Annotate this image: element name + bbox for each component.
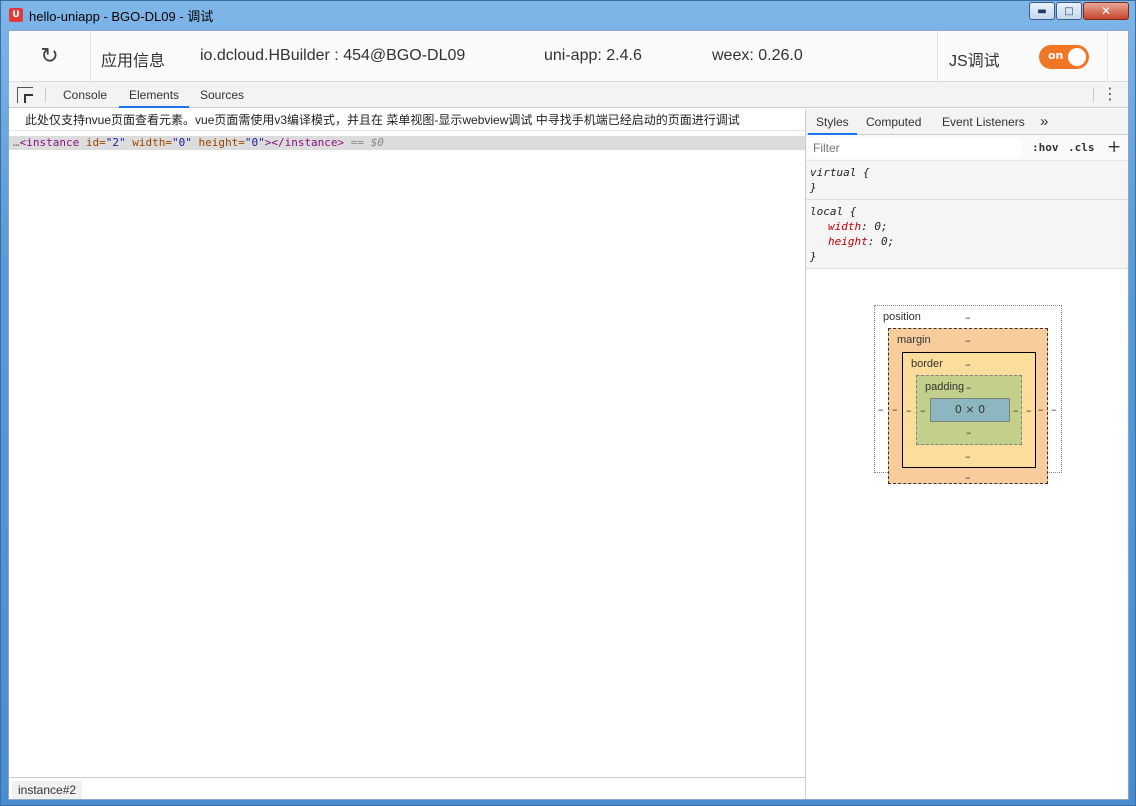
inspect-element-icon[interactable] (17, 87, 33, 103)
margin-label: margin (897, 334, 931, 346)
tag-open: <instance (19, 136, 80, 149)
border-bottom-value[interactable]: – (965, 450, 971, 463)
close-button[interactable]: ✕ (1083, 2, 1129, 20)
attr-value: "0" (244, 136, 265, 149)
property-name: height (828, 235, 868, 248)
attr-name: height= (191, 136, 245, 149)
padding-right-value[interactable]: – (1013, 404, 1019, 417)
margin-bottom-value[interactable]: – (965, 471, 971, 484)
more-options-icon[interactable]: ⋮ (1102, 86, 1118, 102)
content-box[interactable]: 0 × 0 (930, 398, 1010, 422)
dom-tree-node[interactable]: …<instance id="2" width="0" height="0"><… (9, 136, 805, 150)
app-window: U hello-uniapp - BGO-DL09 - 调试 ▬ □ ✕ ↻ 应… (0, 0, 1136, 806)
window-controls: ▬ □ ✕ (1028, 2, 1129, 20)
attr-name: width= (125, 136, 172, 149)
border-top-value[interactable]: – (965, 358, 971, 371)
padding-top-value[interactable]: – (966, 381, 972, 394)
node-ellipsis-icon[interactable]: … (13, 136, 20, 149)
nvue-notice: 此处仅支持nvue页面查看元素。vue页面需使用v3编译模式，并且在 菜单视图-… (9, 109, 805, 131)
devtools-tabbar: Console Elements Sources ⋮ (9, 82, 1128, 108)
devtools-client: ↻ 应用信息 io.dcloud.HBuilder : 454@BGO-DL09… (8, 30, 1129, 800)
uniapp-version: uni-app: 2.4.6 (544, 47, 642, 64)
style-rule-virtual: virtual { } (806, 161, 1128, 200)
js-debug-toggle[interactable]: on (1039, 45, 1089, 69)
breadcrumb: instance#2 (9, 777, 805, 799)
sidebar-tabbar: Styles Computed Event Listeners » (806, 109, 1128, 135)
styles-filter-input[interactable] (809, 138, 1021, 157)
style-property[interactable]: width: 0; (810, 219, 1126, 234)
styles-sidebar: Styles Computed Event Listeners » :hov .… (806, 109, 1128, 799)
reload-button[interactable]: ↻ (9, 31, 91, 82)
style-property[interactable]: height: 0; (810, 234, 1126, 249)
tab-styles[interactable]: Styles (808, 109, 857, 135)
margin-top-value[interactable]: – (965, 334, 971, 347)
more-tabs-icon[interactable]: » (1032, 109, 1056, 135)
border-right-value[interactable]: – (1026, 404, 1032, 417)
margin-box: margin – – – – border – – – – padding – (888, 328, 1048, 484)
uniapp-logo-icon: U (9, 8, 23, 22)
padding-bottom-value[interactable]: – (966, 426, 972, 439)
padding-label: padding (925, 381, 965, 393)
new-rule-icon[interactable]: + (1107, 137, 1121, 157)
border-left-value[interactable]: – (906, 404, 912, 417)
rule-close: } (810, 250, 817, 263)
app-info-bar: ↻ 应用信息 io.dcloud.HBuilder : 454@BGO-DL09… (9, 31, 1128, 82)
property-value: : 0; (867, 235, 895, 248)
tag-close: ></instance> (264, 136, 345, 149)
property-value: : 0; (861, 220, 888, 233)
position-label: position (883, 311, 921, 323)
app-id: io.dcloud.HBuilder : 454@BGO-DL09 (200, 47, 466, 64)
box-model-diagram: position – – – margin – – – – border – –… (874, 305, 1062, 484)
margin-right-value[interactable]: – (1038, 403, 1044, 416)
minimize-button[interactable]: ▬ (1029, 2, 1055, 20)
divider (45, 88, 46, 102)
weex-version: weex: 0.26.0 (712, 47, 803, 64)
tab-sources[interactable]: Sources (190, 82, 254, 108)
selected-ref: $0 (370, 136, 384, 149)
js-debug-section: JS调试 on (937, 31, 1108, 82)
divider (1093, 88, 1094, 102)
attr-value: "0" (171, 136, 192, 149)
hov-toggle[interactable]: :hov (1032, 141, 1059, 154)
equals: == (344, 136, 371, 149)
rule-selector[interactable]: local { (810, 204, 1126, 219)
margin-left-value[interactable]: – (892, 403, 898, 416)
cls-toggle[interactable]: .cls (1068, 141, 1095, 154)
tab-computed[interactable]: Computed (858, 109, 929, 135)
rule-selector[interactable]: virtual { (810, 165, 1126, 180)
toggle-knob (1068, 48, 1086, 66)
styles-filter-row: :hov .cls + (806, 135, 1128, 161)
style-rule-local: local { width: 0; height: 0; } (806, 200, 1128, 269)
tab-event-listeners[interactable]: Event Listeners (934, 109, 1033, 135)
rule-close: } (810, 181, 817, 194)
property-name: width (828, 220, 862, 233)
padding-left-value[interactable]: – (920, 404, 926, 417)
position-right-value[interactable]: – (1051, 403, 1057, 416)
attr-value: "2" (105, 136, 126, 149)
elements-panel: 此处仅支持nvue页面查看元素。vue页面需使用v3编译模式，并且在 菜单视图-… (9, 109, 805, 799)
reload-icon: ↻ (40, 44, 59, 69)
js-debug-label: JS调试 (949, 53, 1000, 70)
tab-elements[interactable]: Elements (119, 82, 190, 108)
position-left-value[interactable]: – (878, 403, 884, 416)
toggle-label: on (1048, 49, 1064, 62)
breadcrumb-item[interactable]: instance#2 (12, 781, 83, 799)
position-top-value[interactable]: – (965, 311, 971, 324)
app-info-label: 应用信息 (101, 53, 166, 70)
maximize-button[interactable]: □ (1056, 2, 1082, 20)
title-bar[interactable]: U hello-uniapp - BGO-DL09 - 调试 ▬ □ ✕ (1, 1, 1135, 29)
window-title: hello-uniapp - BGO-DL09 - 调试 (29, 8, 214, 24)
border-box: border – – – – padding – – – – 0 × 0 (902, 352, 1036, 468)
tab-console[interactable]: Console (53, 82, 117, 108)
border-label: border (911, 358, 943, 370)
padding-box: padding – – – – 0 × 0 (916, 375, 1022, 445)
attr-name: id= (79, 136, 106, 149)
